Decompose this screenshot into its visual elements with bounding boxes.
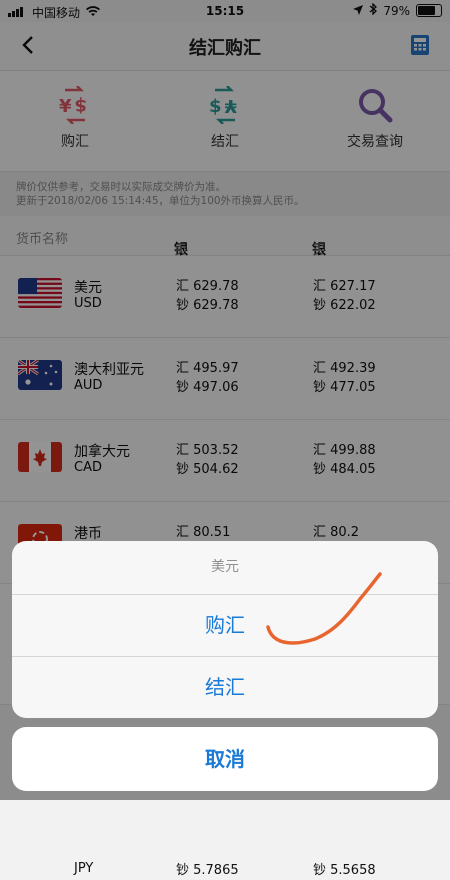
sell-chao: 钞 5.7865	[176, 863, 239, 878]
sheet-option-settle-fx[interactable]: 结汇	[12, 656, 438, 718]
buy-chao: 钞 5.5658	[313, 863, 376, 878]
watermark: Baidu 经验	[324, 759, 436, 783]
checkmark-annotation-icon	[266, 572, 382, 645]
currency-code: JPY	[74, 861, 94, 876]
